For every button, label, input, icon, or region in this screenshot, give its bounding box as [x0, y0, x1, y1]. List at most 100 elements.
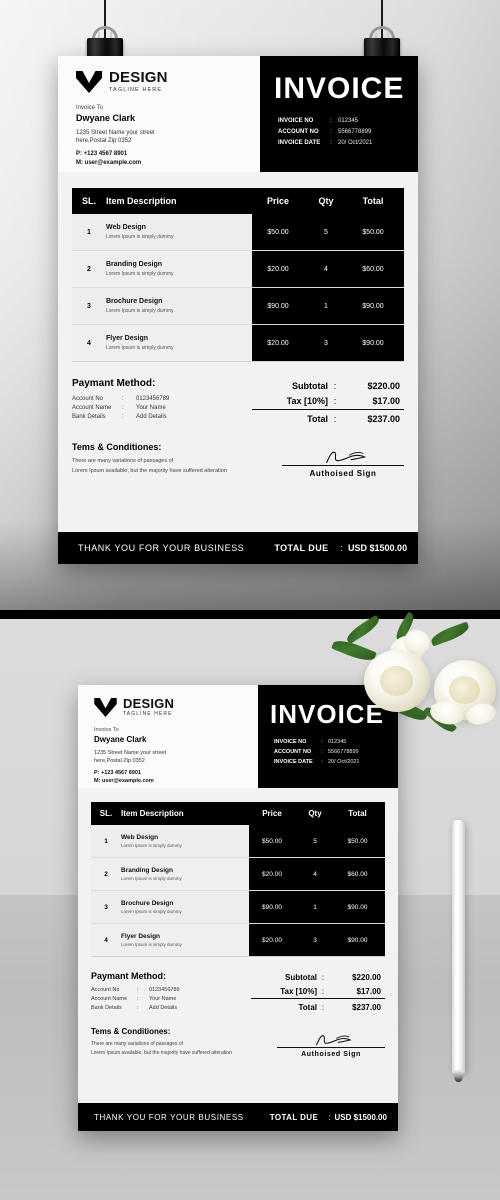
payment-method-block: Paymant Method: Account No : 0123456789 … [72, 378, 252, 428]
footer-separator: : [340, 543, 344, 553]
terms-and-signature: Tems & Conditiones: There are many varia… [91, 1027, 385, 1058]
invoice-header: DESIGN TAGLINE HERE Invoice To Dwyane Cl… [58, 56, 418, 172]
cell-total: $60.00 [362, 265, 384, 273]
totals-row: Tax [10%] : $17.00 [252, 393, 404, 410]
totals-label: Total [307, 414, 328, 424]
leaf-icon [429, 621, 471, 647]
cell-sl: 1 [87, 228, 91, 236]
item-name: Flyer Design [106, 335, 149, 342]
invoice-to-label: Invoice To [76, 105, 103, 111]
payment-value: 0123456789 [149, 987, 180, 993]
totals-separator: : [321, 986, 325, 996]
signature-block: Authoised Sign [282, 442, 404, 478]
totals-value: $237.00 [352, 1002, 381, 1012]
terms-line2: Lorem Ipsum available, but the majority … [91, 1050, 232, 1056]
payment-separator: : [122, 396, 124, 402]
cell-sl: 2 [104, 870, 108, 878]
cell-sl: 3 [104, 903, 108, 911]
brand-name: DESIGN [123, 696, 175, 711]
cell-price: $50.00 [262, 837, 282, 845]
table-header-row: SL. Item Description Price Qty Total [91, 802, 385, 825]
invoice-to-block: Invoice To Dwyane Clark 1235 Street Name… [94, 727, 258, 784]
payment-and-totals: Paymant Method: Account No : 0123456789 … [72, 378, 404, 428]
invoice-header-left: DESIGN TAGLINE HERE Invoice To Dwyane Cl… [78, 685, 258, 788]
totals-block: Subtotal : $220.00 Tax [10%] : $17.00 To… [251, 971, 385, 1015]
client-address-line2: here,Postal Zip 0352 [76, 138, 132, 144]
item-subtitle: Lorem Ipsum is simply dummy [106, 234, 174, 240]
meta-label: ACCOUNT NO [274, 749, 312, 755]
cell-price: $20.00 [262, 870, 282, 878]
cell-total: $60.00 [347, 870, 368, 878]
totals-row: Subtotal : $220.00 [252, 379, 404, 393]
invoice-footer: THANK YOU FOR YOUR BUSINESS TOTAL DUE : … [58, 532, 418, 564]
item-name: Branding Design [121, 867, 174, 874]
totals-row: Subtotal : $220.00 [251, 971, 385, 984]
cell-sl: 4 [104, 936, 108, 944]
payment-row: Account Name : Your Name [72, 405, 252, 411]
cell-qty: 1 [313, 903, 317, 911]
meta-separator: : [321, 759, 323, 765]
cell-description: Flyer Design Lorem Ipsum is simply dummy [106, 335, 252, 351]
totals-separator: : [333, 396, 337, 406]
item-name: Brochure Design [121, 900, 174, 907]
item-name: Web Design [106, 224, 146, 231]
totals-row: Tax [10%] : $17.00 [251, 984, 385, 999]
cell-description: Brochure Design Lorem Ipsum is simply du… [106, 298, 252, 314]
payment-separator: : [122, 405, 124, 411]
col-header-sl: SL. [81, 196, 96, 206]
totals-value: $237.00 [367, 414, 400, 424]
cell-amounts: $90.00 1 $90.00 [252, 288, 404, 324]
cell-total: $50.00 [347, 837, 368, 845]
signature-scribble-icon [277, 1032, 385, 1047]
invoice-meta-row: INVOICE NO : 012345 [278, 118, 418, 124]
line-items-table: SL. Item Description Price Qty Total 1 W… [91, 802, 385, 957]
payment-value: Your Name [136, 405, 166, 411]
cell-total: $90.00 [347, 903, 368, 911]
line-items-table: SL. Item Description Price Qty Total 1 W… [72, 188, 404, 362]
item-subtitle: Lorem Ipsum is simply dummy [106, 345, 174, 351]
meta-value: 20/ Oct/2021 [338, 140, 373, 146]
payment-label: Account No [72, 396, 104, 402]
item-subtitle: Lorem Ipsum is simply dummy [106, 271, 174, 277]
payment-value: Your Name [149, 996, 177, 1002]
meta-value: 5566778899 [338, 129, 372, 135]
item-name: Web Design [121, 834, 159, 841]
invoice-title: INVOICE [274, 72, 405, 105]
cell-qty: 4 [324, 265, 328, 273]
payment-separator: : [137, 1005, 139, 1011]
footer-thanks: THANK YOU FOR YOUR BUSINESS [94, 1112, 244, 1122]
cell-sl: 2 [87, 265, 91, 273]
table-header-row: SL. Item Description Price Qty Total [72, 188, 404, 214]
col-header-description: Item Description [121, 809, 184, 818]
cell-price: $90.00 [262, 903, 282, 911]
payment-and-totals: Paymant Method: Account No : 0123456789 … [91, 971, 385, 1015]
brand-logo: DESIGN TAGLINE HERE [76, 70, 260, 93]
cell-price: $20.00 [267, 265, 289, 273]
invoice-footer: THANK YOU FOR YOUR BUSINESS TOTAL DUE : … [78, 1103, 398, 1131]
payment-separator: : [137, 987, 139, 993]
brand-name: DESIGN [109, 69, 168, 86]
cell-amounts: $50.00 5 $50.00 [252, 214, 404, 250]
pencil-tip [453, 1070, 464, 1082]
payment-row: Account No : 0123456789 [72, 396, 252, 402]
terms-line2: Lorem Ipsum available, but the majority … [72, 468, 227, 474]
totals-separator: : [321, 973, 325, 982]
cell-description: Flyer Design Lorem Ipsum is simply dummy [121, 933, 249, 947]
cell-amounts: $20.00 3 $90.00 [249, 924, 385, 956]
client-address-line1: 1235 Street Name your street [76, 130, 155, 136]
col-header-price: Price [266, 196, 290, 206]
cell-description: Brochure Design Lorem Ipsum is simply du… [121, 900, 249, 914]
payment-value: Add Details [149, 1005, 178, 1011]
table-row: 2 Branding Design Lorem Ipsum is simply … [91, 858, 385, 891]
totals-label: Total [298, 1002, 317, 1012]
meta-separator: : [330, 118, 332, 124]
cell-sl: 4 [87, 339, 91, 347]
payment-label: Account No [91, 987, 120, 993]
totals-separator: : [321, 1002, 325, 1012]
payment-row: Bank Details : Add Details [72, 414, 252, 420]
item-subtitle: Lorem Ipsum is simply dummy [121, 876, 182, 881]
item-subtitle: Lorem Ipsum is simply dummy [121, 843, 182, 848]
payment-method-block: Paymant Method: Account No : 0123456789 … [91, 971, 251, 1015]
footer-total-due-label: TOTAL DUE [269, 1112, 319, 1122]
col-header-qty: Qty [318, 196, 334, 206]
